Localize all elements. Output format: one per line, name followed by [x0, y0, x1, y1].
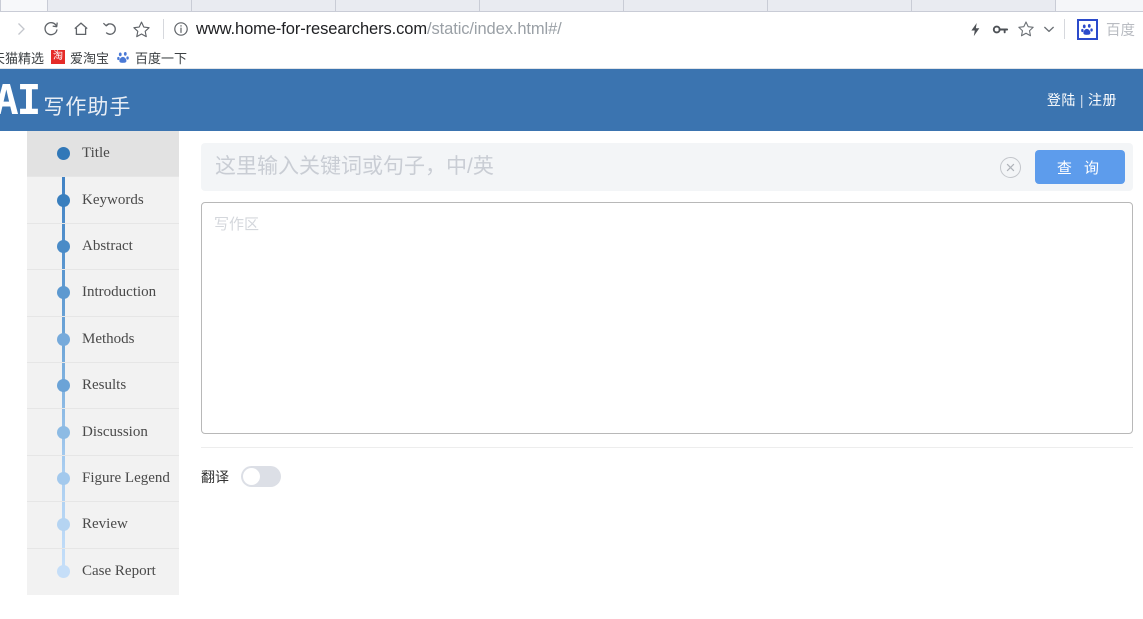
chevron-down-icon[interactable]: [1040, 14, 1058, 44]
app-root: AI 写作助手 登陆|注册 Title Keywords Abstract: [0, 69, 1143, 619]
timeline-dot-icon: [57, 147, 70, 161]
baidu-paw-icon: [116, 50, 130, 64]
sidebar-item-methods[interactable]: Methods: [27, 317, 179, 363]
translate-control: 翻译: [201, 466, 1133, 487]
history-back-icon[interactable]: [96, 14, 126, 44]
sidebar-item-label: Abstract: [82, 237, 133, 254]
auth-separator: |: [1079, 92, 1084, 108]
toolbar-divider-2: [1064, 19, 1065, 39]
search-input[interactable]: [201, 154, 1000, 180]
bookmark-star-icon[interactable]: [126, 14, 156, 44]
browser-tab-strip[interactable]: [0, 0, 1143, 12]
browser-tab[interactable]: [768, 0, 912, 11]
sidebar-item-figure-legend[interactable]: Figure Legend: [27, 456, 179, 503]
baidu-extension-icon[interactable]: [1077, 18, 1098, 40]
site-info-icon[interactable]: [173, 21, 189, 37]
browser-tab[interactable]: [480, 0, 624, 11]
timeline-dot-icon: [57, 193, 70, 207]
app-logo-ai: AI: [0, 75, 41, 124]
baidu-extension-label: 百度: [1106, 22, 1135, 39]
sidebar-item-case-report[interactable]: Case Report: [27, 549, 179, 595]
translate-label: 翻译: [201, 468, 229, 485]
sidebar-item-results[interactable]: Results: [27, 363, 179, 410]
timeline-dot-icon: [57, 518, 70, 532]
browser-tab[interactable]: [0, 0, 48, 11]
sidebar-item-label: Keywords: [82, 191, 144, 208]
url-path: /static/index.html#/: [427, 19, 562, 38]
sidebar-item-label: Review: [82, 516, 128, 533]
app-header: AI 写作助手 登陆 | 注册: [0, 69, 1143, 131]
toolbar-right-actions: 百度: [964, 14, 1135, 44]
bookmark-label: 爱淘宝: [70, 50, 110, 66]
url-text: www.home-for-researchers.com/static/inde…: [196, 20, 562, 39]
sidebar-item-keywords[interactable]: Keywords: [27, 177, 179, 224]
search-bar: 查 询: [201, 143, 1133, 191]
sidebar-item-title[interactable]: Title: [27, 131, 179, 178]
timeline-dot-icon: [57, 286, 70, 300]
bookmark-aitaobao[interactable]: 淘 爱淘宝: [51, 48, 109, 67]
section-sidebar: Title Keywords Abstract Introduction Met…: [27, 131, 179, 595]
bookmark-bar: 天猫精选 淘 爱淘宝 百度一下: [0, 46, 1143, 69]
bookmark-baidu[interactable]: 百度一下: [116, 48, 187, 67]
clear-icon[interactable]: [999, 156, 1021, 178]
auth-login-link[interactable]: 登陆: [1047, 92, 1076, 108]
sidebar-item-label: Case Report: [82, 563, 156, 580]
key-icon[interactable]: [988, 14, 1012, 44]
auth-register-link[interactable]: 注册: [1088, 92, 1117, 108]
reload-icon[interactable]: [36, 14, 66, 44]
auth-links: 登陆 | 注册: [1047, 90, 1117, 110]
browser-tab[interactable]: [48, 0, 192, 11]
timeline-dot-icon: [57, 565, 70, 579]
browser-tab[interactable]: [336, 0, 480, 11]
toggle-knob: [243, 468, 260, 485]
browser-tab[interactable]: [912, 0, 1056, 11]
sidebar-item-introduction[interactable]: Introduction: [27, 270, 179, 317]
tab-strip-empty: [1056, 0, 1143, 11]
sidebar-item-abstract[interactable]: Abstract: [27, 224, 179, 271]
timeline-dot-icon: [57, 379, 70, 393]
browser-chrome: www.home-for-researchers.com/static/inde…: [0, 0, 1143, 69]
bookmark-label: 天猫精选: [0, 50, 45, 66]
section-main: 查 询 翻译: [179, 131, 1143, 619]
sidebar-item-discussion[interactable]: Discussion: [27, 409, 179, 456]
app-body: Title Keywords Abstract Introduction Met…: [0, 131, 1143, 619]
sidebar-item-label: Methods: [82, 330, 135, 347]
taobao-icon: 淘: [51, 50, 66, 64]
timeline-dot-icon: [57, 425, 70, 439]
timeline-dot-icon: [57, 332, 70, 346]
writing-area-textarea[interactable]: [201, 202, 1133, 434]
lightning-icon[interactable]: [964, 14, 986, 44]
sidebar-item-label: Introduction: [82, 284, 157, 301]
app-logo-subtitle: 写作助手: [43, 95, 132, 119]
browser-toolbar: www.home-for-researchers.com/static/inde…: [0, 12, 1143, 46]
toolbar-divider: [163, 19, 164, 39]
url-domain: www.home-for-researchers.com: [196, 19, 428, 38]
sidebar-item-label: Discussion: [82, 423, 148, 440]
home-icon[interactable]: [66, 14, 96, 44]
star-icon[interactable]: [1014, 14, 1038, 44]
query-button[interactable]: 查 询: [1034, 150, 1125, 184]
timeline-dot-icon: [57, 471, 70, 485]
browser-tab[interactable]: [624, 0, 768, 11]
content-divider: [201, 447, 1133, 448]
bookmark-label: 百度一下: [135, 50, 188, 66]
sidebar-item-label: Title: [82, 145, 110, 162]
sidebar-item-label: Results: [82, 377, 127, 394]
sidebar-item-review[interactable]: Review: [27, 502, 179, 549]
app-logo[interactable]: AI 写作助手: [0, 75, 132, 124]
bookmark-tmall[interactable]: 天猫精选: [0, 48, 44, 67]
address-bar[interactable]: www.home-for-researchers.com/static/inde…: [171, 20, 964, 39]
sidebar-item-label: Figure Legend: [82, 469, 170, 486]
forward-icon[interactable]: [6, 14, 36, 44]
timeline-dot-icon: [57, 239, 70, 253]
browser-tab[interactable]: [192, 0, 336, 11]
translate-toggle-switch[interactable]: [241, 466, 281, 487]
